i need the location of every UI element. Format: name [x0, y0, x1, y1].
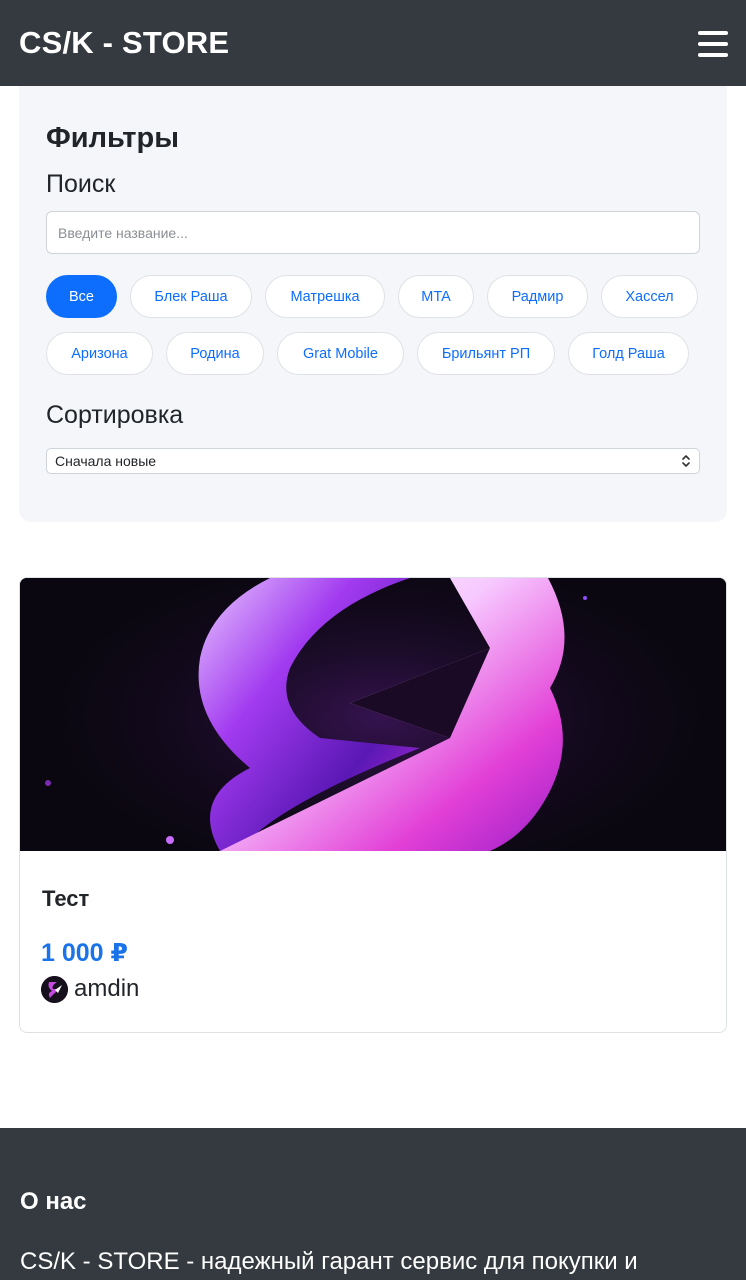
category-chip-rodina[interactable]: Родина — [166, 332, 264, 375]
hamburger-menu-icon[interactable] — [698, 31, 728, 57]
footer: О нас CS/K - STORE - надежный гарант сер… — [0, 1128, 746, 1280]
footer-about-title: О нас — [20, 1188, 87, 1215]
sort-select[interactable]: Сначала новые — [46, 448, 700, 474]
category-chip-gold-russia[interactable]: Голд Раша — [568, 332, 689, 375]
category-chip-all[interactable]: Все — [46, 275, 117, 318]
search-input[interactable] — [46, 211, 700, 254]
category-chip-matreshka[interactable]: Матрешка — [265, 275, 385, 318]
category-chip-black-russia[interactable]: Блек Раша — [130, 275, 252, 318]
sort-selected-value: Сначала новые — [55, 453, 157, 469]
footer-about-text: CS/K - STORE - надежный гарант сервис дл… — [20, 1248, 638, 1275]
category-chip-arizona[interactable]: Аризона — [46, 332, 153, 375]
category-chip-radmir[interactable]: Радмир — [487, 275, 588, 318]
category-chip-hassle[interactable]: Хассел — [601, 275, 698, 318]
select-chevron-icon — [681, 454, 691, 468]
brand-logo[interactable]: CS/K - STORE — [19, 25, 229, 61]
search-label: Поиск — [46, 170, 116, 198]
filters-title: Фильтры — [46, 122, 179, 154]
seller-info[interactable]: amdin — [41, 975, 139, 1003]
category-chip-mta[interactable]: MTA — [398, 275, 474, 318]
product-image[interactable] — [20, 578, 726, 878]
product-title[interactable]: Тест — [42, 886, 89, 912]
seller-name: amdin — [74, 975, 140, 1002]
category-chip-brilliant-rp[interactable]: Брильянт РП — [417, 332, 555, 375]
product-price: 1 000 ₽ — [41, 939, 128, 967]
category-chip-grat-mobile[interactable]: Grat Mobile — [277, 332, 404, 375]
top-navbar: CS/K - STORE — [0, 0, 746, 86]
filters-panel: Фильтры Поиск Все Блек Раша Матрешка MTA… — [19, 86, 727, 522]
avatar — [41, 975, 68, 1003]
product-card[interactable]: Тест 1 000 ₽ amdin — [19, 577, 727, 1033]
sort-label: Сортировка — [46, 401, 184, 429]
